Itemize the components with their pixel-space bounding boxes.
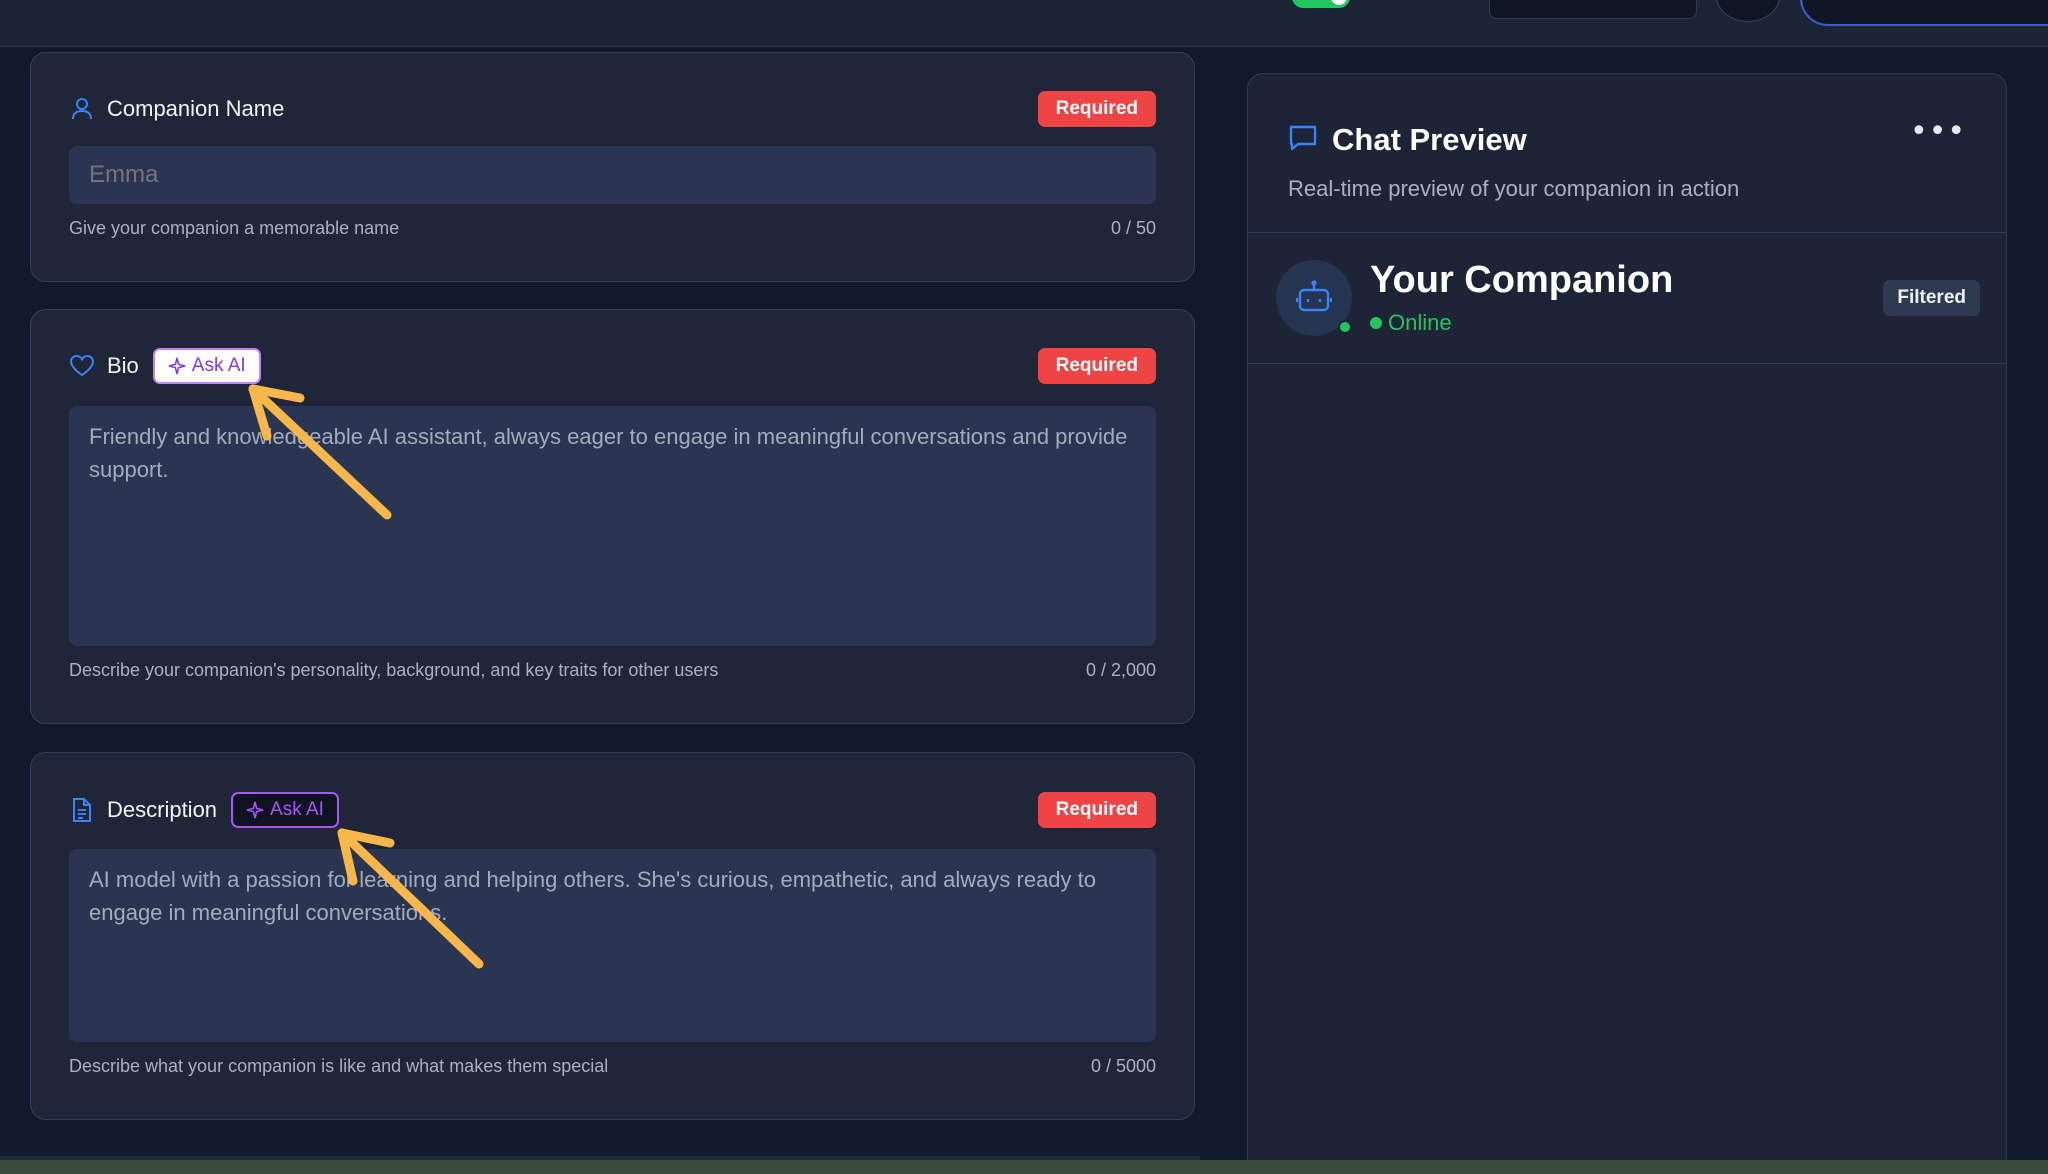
required-badge: Required <box>1037 91 1156 127</box>
filtered-badge: Filtered <box>1883 280 1980 316</box>
description-ask-ai-button[interactable]: Ask AI <box>231 792 339 828</box>
companion-name-label: Companion Name <box>107 96 285 121</box>
document-icon <box>69 797 95 823</box>
bio-header: Bio Ask AI Required <box>69 348 1156 384</box>
more-horizontal-icon[interactable]: ••• <box>1910 117 1965 154</box>
chat-preview-subtitle: Real-time preview of your companion in a… <box>1288 176 1740 201</box>
description-hint: Describe what your companion is like and… <box>69 1056 609 1076</box>
ask-ai-label: Ask AI <box>191 355 246 376</box>
divider <box>1248 232 2006 233</box>
bio-label: Bio <box>107 353 139 378</box>
bio-count: 0 / 2,000 <box>1085 660 1156 680</box>
ask-ai-label: Ask AI <box>270 799 324 820</box>
heart-icon <box>69 353 95 379</box>
description-label: Description <box>107 797 218 822</box>
bio-hint: Describe your companion's personality, b… <box>69 660 719 680</box>
companion-name-count: 0 / 50 <box>1110 218 1156 238</box>
status-text: Online <box>1388 310 1452 335</box>
sparkle-icon <box>168 357 185 375</box>
status-dot <box>1370 317 1382 329</box>
avatar <box>1276 260 1352 336</box>
description-card: Description Ask AI Required AI model wit… <box>30 752 1195 1120</box>
description-header: Description Ask AI Required <box>69 792 1156 828</box>
user-menu-button[interactable] <box>1800 0 2048 26</box>
bio-card: Bio Ask AI Required Friendly and knowled… <box>30 309 1195 724</box>
bio-ask-ai-button[interactable]: Ask AI <box>152 348 261 384</box>
companion-display-name: Your Companion <box>1370 259 1674 301</box>
robot-icon <box>1295 279 1333 317</box>
sparkle-icon <box>246 801 264 819</box>
chat-bubble-icon <box>1288 124 1318 156</box>
chat-preview-title: Chat Preview <box>1332 122 1527 157</box>
online-indicator <box>1338 320 1352 334</box>
companion-name-card: Companion Name Required Give your compan… <box>30 52 1195 282</box>
top-bar-icon-button[interactable] <box>1716 0 1780 22</box>
description-textarea[interactable]: AI model with a passion for learning and… <box>69 849 1156 1042</box>
companion-name-input[interactable] <box>69 146 1156 204</box>
companion-name-hint: Give your companion a memorable name <box>69 218 400 238</box>
required-badge: Required <box>1037 792 1156 828</box>
top-bar <box>0 0 2048 47</box>
chat-preview-header: Chat Preview <box>1288 122 1527 158</box>
required-badge: Required <box>1037 348 1156 384</box>
top-bar-control[interactable] <box>1489 0 1697 19</box>
description-count: 0 / 5000 <box>1090 1056 1156 1076</box>
taskbar-strip <box>0 1160 2048 1174</box>
user-icon <box>69 96 95 122</box>
companion-status: Online <box>1370 310 1452 336</box>
divider <box>1248 363 2006 364</box>
bio-textarea[interactable]: Friendly and knowledgeable AI assistant,… <box>69 406 1156 646</box>
companion-name-header: Companion Name Required <box>69 91 1156 127</box>
filter-toggle[interactable] <box>1292 0 1350 8</box>
chat-preview-panel: Chat Preview ••• Real-time preview of yo… <box>1247 73 2007 1174</box>
